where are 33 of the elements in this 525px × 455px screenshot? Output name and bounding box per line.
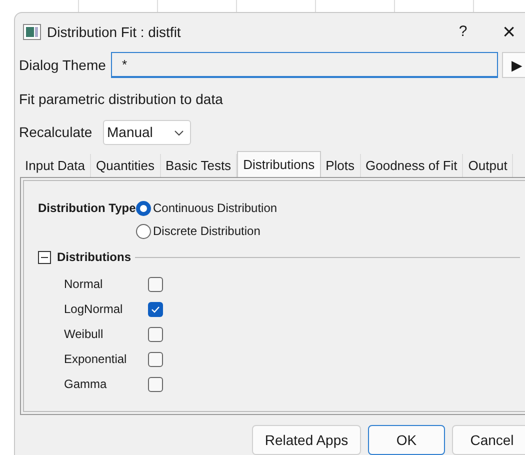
radio-button[interactable]: [136, 224, 151, 238]
check-icon: [151, 306, 160, 312]
theme-menu-button[interactable]: ▶: [502, 52, 525, 78]
description-text: Fit parametric distribution to data: [18, 90, 224, 109]
group-label: Distributions: [57, 249, 131, 266]
tab[interactable]: Distributions: [237, 151, 321, 177]
field-label: Recalculate: [19, 123, 94, 142]
group-label: Distribution Type: [38, 200, 136, 217]
dialog-button[interactable]: OK: [368, 425, 445, 455]
app-icon: [23, 24, 41, 40]
checkbox[interactable]: [148, 376, 163, 392]
checkbox[interactable]: [148, 276, 163, 292]
checkbox[interactable]: [148, 326, 163, 342]
radio-button[interactable]: [136, 200, 151, 216]
distribution-label: Gamma: [64, 376, 108, 393]
distribution-label: Normal: [64, 276, 104, 293]
field-label: Dialog Theme: [19, 56, 107, 75]
radio-label: Continuous Distribution: [153, 200, 278, 217]
dialog-theme-field[interactable]: *: [111, 52, 498, 78]
distribution-label: Exponential: [64, 351, 128, 368]
recalculate-dropdown[interactable]: Manual: [103, 120, 191, 145]
close-button[interactable]: ×: [494, 21, 524, 43]
dialog-button[interactable]: Cancel: [452, 425, 525, 455]
distribution-label: LogNormal: [64, 301, 124, 318]
checkbox[interactable]: [148, 352, 163, 366]
collapse-icon[interactable]: [38, 250, 51, 264]
dialog-button[interactable]: Related Apps: [252, 425, 361, 455]
window-title: Distribution Fit : distfit: [47, 22, 181, 42]
checkbox[interactable]: [148, 302, 163, 316]
distribution-label: Weibull: [64, 326, 104, 343]
help-button[interactable]: ?: [448, 20, 478, 44]
radio-label: Discrete Distribution: [153, 223, 260, 240]
chevron-down-icon: [174, 130, 184, 136]
